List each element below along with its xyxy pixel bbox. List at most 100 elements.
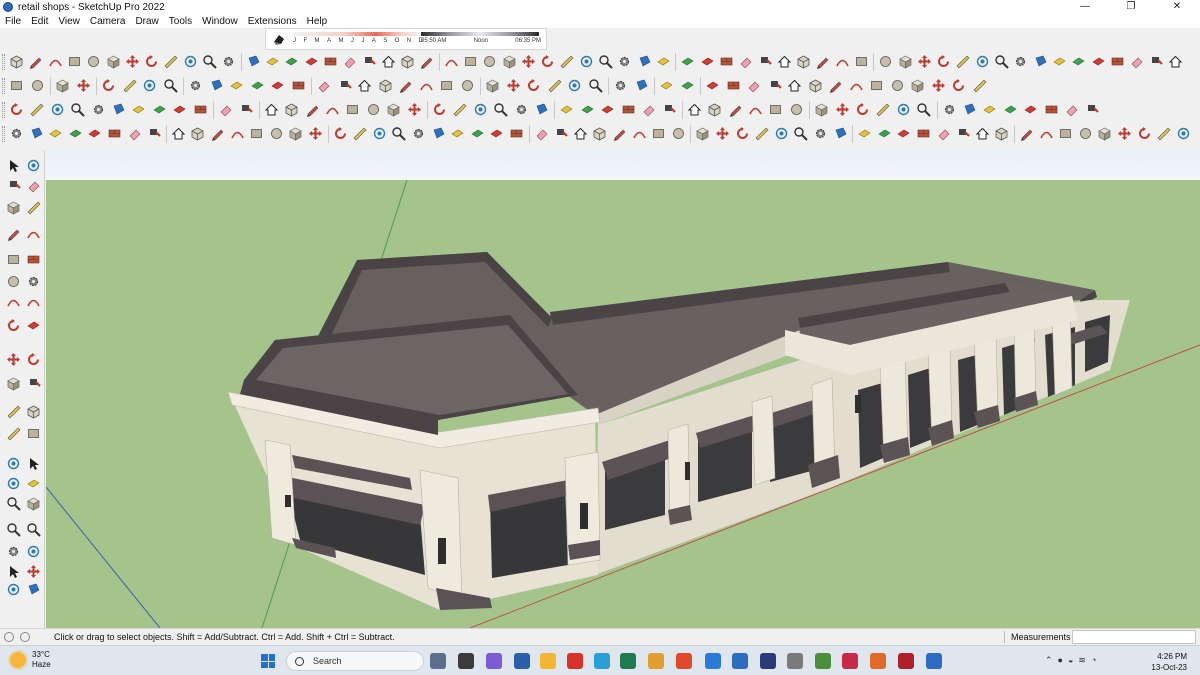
tape-tool-icon[interactable] <box>28 101 45 118</box>
cube-tool-icon[interactable] <box>795 53 812 70</box>
red-tool-icon[interactable] <box>171 101 188 118</box>
chrome-app-icon[interactable] <box>815 653 831 669</box>
pencil-tool-icon[interactable] <box>611 125 628 142</box>
zoom-tool-icon[interactable] <box>162 77 179 94</box>
orbit-tool-icon[interactable] <box>895 101 912 118</box>
eraser-tool-icon[interactable] <box>935 125 952 142</box>
soundcloud-app-icon[interactable] <box>870 653 886 669</box>
office-app-icon[interactable] <box>648 653 664 669</box>
brick-tool-icon[interactable] <box>718 53 735 70</box>
arc-tool-icon[interactable] <box>229 125 246 142</box>
blue-tool-icon[interactable] <box>533 101 550 118</box>
blue-tool-icon[interactable] <box>430 125 447 142</box>
orbit-tool-icon[interactable] <box>24 542 42 560</box>
arrow-tool-icon[interactable] <box>4 156 22 174</box>
move-tool-icon[interactable] <box>75 77 92 94</box>
green-tool-icon[interactable] <box>469 125 486 142</box>
gear-tool-icon[interactable] <box>187 77 204 94</box>
zoom-tool-icon[interactable] <box>492 101 509 118</box>
box3-tool-icon[interactable] <box>909 77 926 94</box>
move-tool-icon[interactable] <box>520 53 537 70</box>
box3-tool-icon[interactable] <box>105 53 122 70</box>
circle-tool-icon[interactable] <box>4 272 22 290</box>
sketchup-active-icon[interactable] <box>926 653 942 669</box>
weather-widget[interactable]: 33°C Haze <box>10 650 51 670</box>
system-tray-icons[interactable]: ⌃ ● ◒ ≋ ◔ <box>1045 655 1096 666</box>
red-tool-icon[interactable] <box>1022 101 1039 118</box>
yellow-tool-icon[interactable] <box>264 53 281 70</box>
sketchup-taskbar-icon[interactable] <box>732 653 748 669</box>
paint-tool-icon[interactable] <box>237 101 254 118</box>
tape-tool-icon[interactable] <box>753 125 770 142</box>
brick-tool-icon[interactable] <box>192 101 209 118</box>
tape-tool-icon[interactable] <box>24 198 42 216</box>
brick-tool-icon[interactable] <box>24 250 42 268</box>
move-tool-icon[interactable] <box>930 77 947 94</box>
tape-tool-icon[interactable] <box>4 424 22 442</box>
move-tool-icon[interactable] <box>24 562 42 580</box>
red-tool-icon[interactable] <box>704 77 721 94</box>
rotate-tool-icon[interactable] <box>143 53 160 70</box>
box3-tool-icon[interactable] <box>287 125 304 142</box>
zoom-tool-icon[interactable] <box>24 520 42 538</box>
rect-tool-icon[interactable] <box>66 53 83 70</box>
toolbar-grip[interactable] <box>2 78 5 94</box>
menu-tools[interactable]: Tools <box>164 16 197 27</box>
paint-tool-icon[interactable] <box>24 374 42 392</box>
rotate-tool-icon[interactable] <box>950 77 967 94</box>
eraser-tool-icon[interactable] <box>640 101 657 118</box>
gear-tool-icon[interactable] <box>4 542 22 560</box>
cube-tool-icon[interactable] <box>8 53 25 70</box>
pencil-tool-icon[interactable] <box>418 53 435 70</box>
blue-tool-icon[interactable] <box>28 125 45 142</box>
paint-tool-icon[interactable] <box>954 125 971 142</box>
widgets-app-icon[interactable] <box>430 653 446 669</box>
rect-tool-icon[interactable] <box>438 77 455 94</box>
house-tool-icon[interactable] <box>974 125 991 142</box>
green-tool-icon[interactable] <box>876 125 893 142</box>
house-tool-icon[interactable] <box>572 125 589 142</box>
eraser-tool-icon[interactable] <box>745 77 762 94</box>
cube-tool-icon[interactable] <box>706 101 723 118</box>
arc-tool-icon[interactable] <box>47 53 64 70</box>
arc-tool-icon[interactable] <box>24 224 42 242</box>
rect-tool-icon[interactable] <box>650 125 667 142</box>
zoom-tool-icon[interactable] <box>69 101 86 118</box>
house-tool-icon[interactable] <box>380 53 397 70</box>
red-tool-icon[interactable] <box>86 125 103 142</box>
geolocation-icon[interactable] <box>4 632 14 642</box>
photoshop-app-icon[interactable] <box>760 653 776 669</box>
menu-help[interactable]: Help <box>302 16 333 27</box>
tape-tool-icon[interactable] <box>874 101 891 118</box>
yellow-tool-icon[interactable] <box>24 474 42 492</box>
move-tool-icon[interactable] <box>307 125 324 142</box>
minimize-button[interactable]: — <box>1062 0 1108 14</box>
house-tool-icon[interactable] <box>786 77 803 94</box>
paint-tool-icon[interactable] <box>4 176 22 194</box>
vectorworks-app-icon[interactable] <box>787 653 803 669</box>
menu-window[interactable]: Window <box>197 16 243 27</box>
toolbar-grip[interactable] <box>2 126 5 142</box>
zoom-tool-icon[interactable] <box>390 125 407 142</box>
box3-tool-icon[interactable] <box>484 77 501 94</box>
rect-tool-icon[interactable] <box>1057 125 1074 142</box>
house-tool-icon[interactable] <box>170 125 187 142</box>
date-slider[interactable] <box>293 32 421 36</box>
gear-tool-icon[interactable] <box>24 272 42 290</box>
yellow-tool-icon[interactable] <box>228 77 245 94</box>
zoom-tool-icon[interactable] <box>792 125 809 142</box>
brick-tool-icon[interactable] <box>290 77 307 94</box>
eraser-tool-icon[interactable] <box>217 101 234 118</box>
eraser-tool-icon[interactable] <box>341 53 358 70</box>
tape-tool-icon[interactable] <box>954 53 971 70</box>
cube-tool-icon[interactable] <box>283 101 300 118</box>
eraser-tool-icon[interactable] <box>737 53 754 70</box>
orbit-tool-icon[interactable] <box>141 77 158 94</box>
red-tool-icon[interactable] <box>895 125 912 142</box>
pencil-tool-icon[interactable] <box>727 101 744 118</box>
cube-tool-icon[interactable] <box>807 77 824 94</box>
menu-view[interactable]: View <box>53 16 85 27</box>
move-tool-icon[interactable] <box>916 53 933 70</box>
paint-tool-icon[interactable] <box>145 125 162 142</box>
paint-tool-icon[interactable] <box>552 125 569 142</box>
